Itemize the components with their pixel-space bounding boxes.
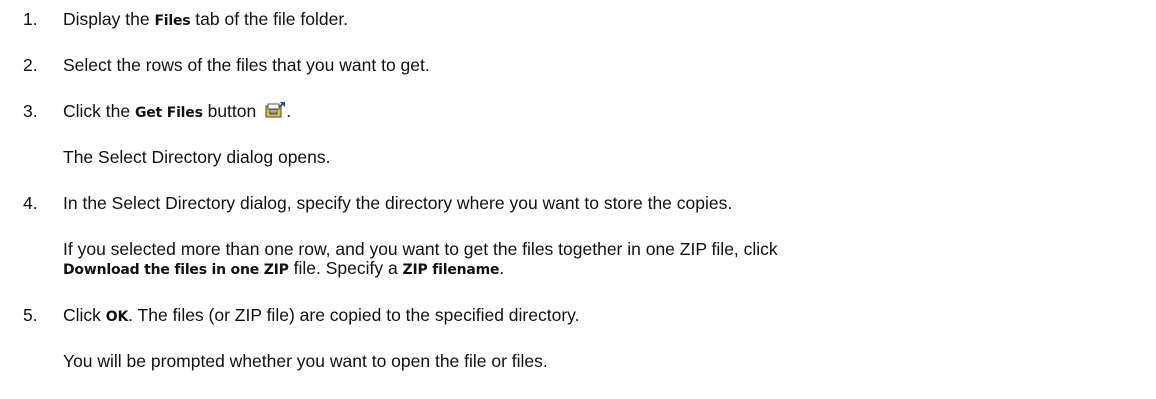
step-2-number: 2. bbox=[23, 55, 38, 75]
step-2-text: Select the rows of the files that you wa… bbox=[63, 55, 430, 75]
step-1-pre: Display the bbox=[63, 9, 155, 29]
step-1-number: 1. bbox=[23, 9, 38, 29]
get-files-icon bbox=[265, 102, 286, 118]
step-3-pre: Click the bbox=[63, 101, 135, 121]
step-3-ui-get-files: Get Files bbox=[134, 105, 203, 121]
step-4-text: In the Select Directory dialog, specify … bbox=[63, 193, 733, 213]
step-5-post: . The files (or ZIP file) are copied to … bbox=[128, 305, 580, 325]
step-1-post: tab of the file folder. bbox=[190, 9, 349, 29]
step-3-number: 3. bbox=[23, 101, 38, 121]
procedure-steps: 1. Display the Files tab of the file fol… bbox=[0, 0, 1156, 399]
step-5-text: Click OK. The files (or ZIP file) are co… bbox=[63, 304, 579, 328]
step-5-pre: Click bbox=[63, 305, 106, 325]
step-4-end: . bbox=[499, 258, 505, 278]
step-1-ui-files: Files bbox=[154, 13, 191, 29]
step-3-text: Click the Get Files button . bbox=[63, 100, 291, 124]
step-4-number: 4. bbox=[23, 193, 38, 213]
step-3-post: button bbox=[202, 101, 257, 121]
step-1-text: Display the Files tab of the file folder… bbox=[63, 8, 348, 32]
step-3-note: The Select Directory dialog opens. bbox=[63, 147, 331, 167]
step-4-para-line1: If you selected more than one row, and y… bbox=[63, 239, 778, 259]
step-4-para-line2: Download the files in one ZIP file. Spec… bbox=[63, 258, 504, 280]
step-4-ui-download-zip: Download the files in one ZIP bbox=[63, 262, 289, 278]
step-3-period: . bbox=[286, 101, 292, 121]
step-5-ui-ok: OK bbox=[105, 309, 129, 325]
step-5-note: You will be prompted whether you want to… bbox=[63, 351, 548, 371]
step-5-number: 5. bbox=[23, 305, 38, 325]
step-4-ui-zip-filename: ZIP filename bbox=[402, 262, 500, 278]
step-4-mid: file. Specify a bbox=[288, 258, 403, 278]
